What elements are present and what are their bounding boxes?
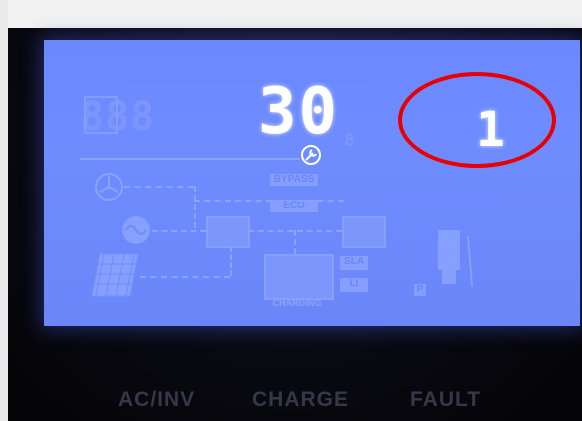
main-value: 30: [258, 75, 340, 149]
flow-line-wind-down: [194, 186, 196, 228]
flow-line-ac: [152, 230, 206, 232]
bypass-tag: BYPASS: [270, 174, 318, 186]
flow-line-solar-up: [230, 246, 232, 276]
wind-icon: [95, 173, 123, 201]
ac-inv-label: AC/INV: [118, 388, 196, 411]
left-bezel: [0, 0, 8, 421]
fault-label: FAULT: [410, 388, 482, 411]
flow-line-wind: [124, 186, 194, 188]
flow-line-battery: [294, 230, 296, 254]
ghost-grid-icon: [84, 96, 118, 134]
battery-icon: [264, 254, 334, 300]
flow-line-solar: [140, 276, 230, 278]
p-tag: P: [414, 284, 426, 296]
li-tag: LI: [340, 278, 368, 292]
inverter-box: [206, 216, 250, 248]
ac-source-icon: [122, 216, 150, 244]
top-bezel: [0, 0, 582, 28]
charging-label: CHARGING: [272, 298, 322, 308]
output-box: [342, 216, 386, 248]
annotation-ring: [398, 72, 556, 168]
lamp-icon: [438, 230, 473, 287]
ghost-separator: [80, 158, 300, 160]
wrench-icon: [301, 145, 321, 165]
ghost-digit-block-small: 8: [344, 130, 356, 151]
flow-line-bypass: [194, 200, 344, 202]
solar-panel-icon: [91, 253, 139, 297]
sla-tag: SLA: [340, 256, 368, 270]
charge-label: CHARGE: [252, 388, 350, 411]
